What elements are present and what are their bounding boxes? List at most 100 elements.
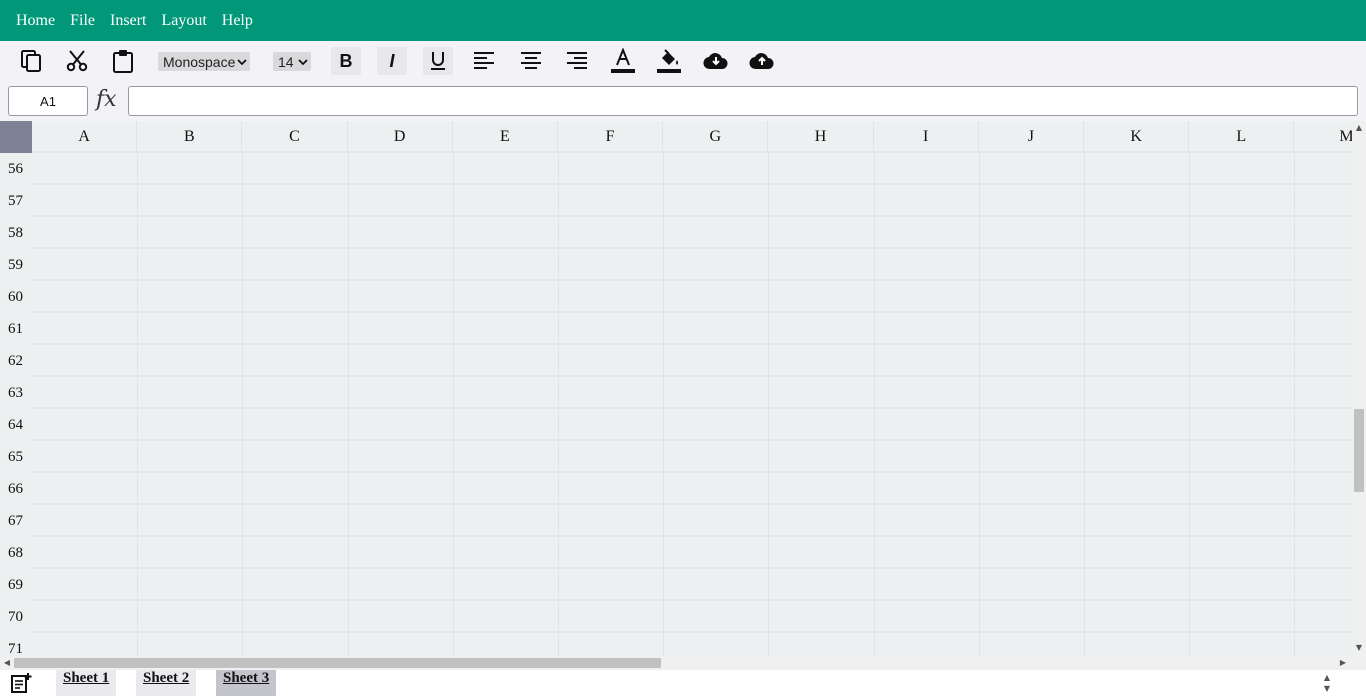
row-header[interactable]: 70 [0,601,32,633]
row-header[interactable]: 60 [0,281,32,313]
column-gridline [558,121,559,656]
sheet-tab-1[interactable]: Sheet 1 [56,670,117,696]
row-gridline [32,311,1352,313]
sheet-bar: Sheet 1 Sheet 2 Sheet 3 ▲ ▼ [0,670,1366,696]
scroll-down-icon[interactable]: ▼ [1354,644,1364,652]
row-header[interactable]: 64 [0,409,32,441]
row-gridline [32,631,1352,633]
text-color-icon[interactable] [608,47,638,75]
row-gridline [32,567,1352,569]
align-right-icon[interactable] [562,47,592,75]
row-gridline [32,247,1352,249]
column-header[interactable]: H [768,121,874,153]
column-header[interactable]: F [558,121,664,153]
column-header[interactable]: L [1189,121,1295,153]
row-gridline [32,183,1352,185]
align-left-icon[interactable] [469,47,499,75]
row-header[interactable]: 65 [0,441,32,473]
cut-icon[interactable] [62,47,92,75]
underline-icon[interactable] [423,47,453,75]
column-gridline [347,121,349,656]
upload-icon[interactable] [747,47,777,75]
menu-home[interactable]: Home [10,12,61,30]
fill-color-icon[interactable] [654,47,684,75]
row-gridline [32,503,1352,505]
row-header[interactable]: 66 [0,473,32,505]
svg-text:B: B [340,51,353,71]
sheet-list-scroll[interactable]: ▲ ▼ [1320,670,1334,696]
column-gridline [242,121,244,656]
font-family-value: Monospace [163,53,236,70]
copy-icon[interactable] [16,47,46,75]
row-gridline [32,439,1352,441]
row-header[interactable]: 67 [0,505,32,537]
column-gridline [873,121,875,656]
scroll-right-icon[interactable]: ▶ [1338,659,1348,667]
formula-input[interactable] [128,86,1358,116]
row-header[interactable]: 57 [0,185,32,217]
column-header[interactable]: C [242,121,348,153]
menu-file[interactable]: File [64,12,101,30]
italic-icon[interactable]: I [377,47,407,75]
column-gridline [1189,121,1191,656]
row-header[interactable]: 61 [0,313,32,345]
toolbar: Monospace 14 B I [0,41,1366,81]
row-header[interactable]: 58 [0,217,32,249]
row-gridline [32,279,1352,281]
row-gridline [32,215,1352,217]
column-header[interactable]: G [663,121,769,153]
scroll-up-icon[interactable]: ▲ [1354,124,1364,132]
chevron-down-icon [298,58,308,65]
column-header[interactable]: E [452,121,558,153]
row-header[interactable]: 62 [0,345,32,377]
sheet-tab-2[interactable]: Sheet 2 [136,670,197,696]
sheet-tab-3[interactable]: Sheet 3 [216,670,277,696]
cell-reference-box[interactable]: A1 [8,86,88,116]
column-header[interactable]: K [1084,121,1190,153]
font-size-select[interactable]: 14 [273,52,311,71]
horizontal-scrollbar[interactable]: ◀ ▶ [0,656,1366,670]
row-header[interactable]: 69 [0,569,32,601]
horizontal-scroll-thumb[interactable] [14,658,661,668]
add-sheet-icon[interactable] [10,672,32,694]
column-header[interactable]: B [137,121,243,153]
row-gridline [32,535,1352,537]
column-header[interactable]: I [873,121,979,153]
column-gridline [663,121,665,656]
row-gridline [32,343,1352,345]
align-center-icon[interactable] [516,47,546,75]
column-gridline [452,121,454,656]
column-gridline [1084,121,1085,656]
select-all-corner[interactable] [0,121,32,153]
column-header[interactable]: J [978,121,1084,153]
row-gridline [32,471,1352,473]
font-size-value: 14 [278,53,294,70]
menu-help[interactable]: Help [216,12,259,30]
column-header[interactable]: D [347,121,453,153]
column-header[interactable]: A [32,121,138,153]
column-header[interactable]: M [1294,121,1352,153]
menu-layout[interactable]: Layout [155,12,212,30]
font-family-select[interactable]: Monospace [158,52,250,71]
scroll-left-icon[interactable]: ◀ [2,659,12,667]
bold-icon[interactable]: B [331,47,361,75]
column-gridline [978,121,980,656]
row-gridline [32,407,1352,409]
paste-icon[interactable] [108,47,138,75]
chevron-down-icon [237,58,247,65]
menu-insert[interactable]: Insert [104,12,152,30]
download-icon[interactable] [701,47,731,75]
column-gridline [137,121,139,656]
menu-bar: Home File Insert Layout Help [0,0,1366,41]
vertical-scroll-thumb[interactable] [1354,409,1364,492]
row-header[interactable]: 63 [0,377,32,409]
row-header[interactable]: 59 [0,249,32,281]
row-header[interactable]: 71 [0,633,32,656]
sheet-scroll-up-icon[interactable]: ▲ [1322,674,1332,682]
row-header[interactable]: 56 [0,153,32,185]
row-header[interactable]: 68 [0,537,32,569]
sheet-scroll-down-icon[interactable]: ▼ [1322,685,1332,693]
spreadsheet-grid[interactable]: A B C D E F G H I J K L M 56 57 58 59 60 61 62 63 64 65 66 67 68 6… [0,121,1352,656]
fx-label: fx [96,87,117,112]
vertical-scrollbar[interactable]: ▲ ▼ [1352,121,1366,656]
